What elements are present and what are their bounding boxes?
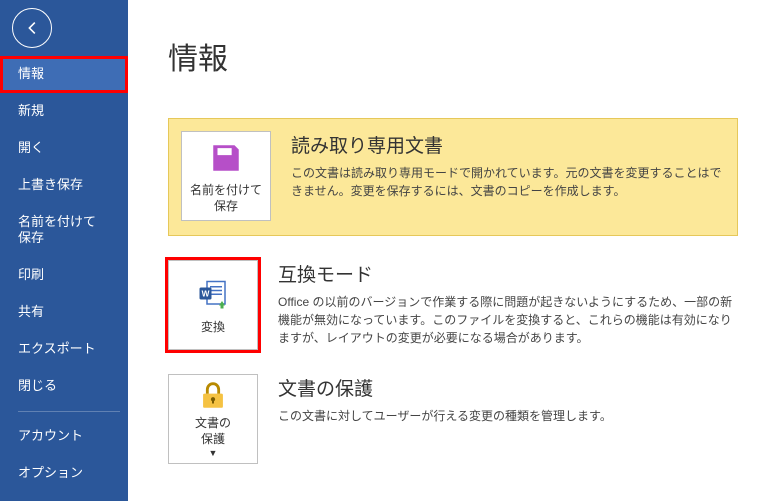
dropdown-caret-icon: ▼ [209,448,218,460]
readonly-title: 読み取り専用文書 [291,131,723,158]
readonly-banner: 名前を付けて 保存 読み取り専用文書 この文書は読み取り専用モードで開かれていま… [168,118,738,236]
protect-desc: この文書に対してユーザーが行える変更の種類を管理します。 [278,407,738,425]
nav-separator [18,411,120,412]
nav-item-open[interactable]: 開く [0,130,128,167]
nav-item-close[interactable]: 閉じる [0,368,128,405]
nav-list: 情報 新規 開く 上書き保存 名前を付けて 保存 印刷 共有 エクスポート 閉じ… [0,56,128,492]
backstage-sidebar: 情報 新規 開く 上書き保存 名前を付けて 保存 印刷 共有 エクスポート 閉じ… [0,0,128,501]
compat-title: 互換モード [278,260,738,287]
nav-item-account[interactable]: アカウント [0,418,128,455]
main-pane: 情報 名前を付けて 保存 読み取り専用文書 この文書は読み取り専用モードで開かれ… [128,0,766,501]
word-convert-icon: W [195,274,231,316]
protect-section: 文書の 保護 ▼ 文書の保護 この文書に対してユーザーが行える変更の種類を管理し… [168,374,738,464]
back-button[interactable] [12,8,52,48]
nav-item-options[interactable]: オプション [0,455,128,492]
nav-item-saveas[interactable]: 名前を付けて 保存 [0,204,128,258]
readonly-desc: この文書は読み取り専用モードで開かれています。元の文書を変更することはできません… [291,164,723,200]
convert-button-label: 変換 [201,320,225,336]
nav-item-export[interactable]: エクスポート [0,331,128,368]
nav-item-save[interactable]: 上書き保存 [0,167,128,204]
nav-item-print[interactable]: 印刷 [0,257,128,294]
svg-text:W: W [202,290,210,299]
arrow-left-icon [23,19,41,37]
nav-item-new[interactable]: 新規 [0,93,128,130]
convert-button[interactable]: W 変換 [168,260,258,350]
protect-title: 文書の保護 [278,374,738,401]
page-title: 情報 [168,34,766,78]
saveas-button[interactable]: 名前を付けて 保存 [181,131,271,221]
saveas-button-label: 名前を付けて 保存 [190,183,262,214]
compat-desc: Office の以前のバージョンで作業する際に問題が起きないようにするため、一部… [278,293,738,347]
protect-button[interactable]: 文書の 保護 ▼ [168,374,258,464]
compat-section: W 変換 互換モード Office の以前のバージョンで作業する際に問題が起きな… [168,260,738,350]
nav-item-info[interactable]: 情報 [0,56,128,93]
save-icon [209,137,243,179]
nav-item-share[interactable]: 共有 [0,294,128,331]
protect-button-label: 文書の 保護 [195,416,231,447]
lock-icon [196,378,230,412]
